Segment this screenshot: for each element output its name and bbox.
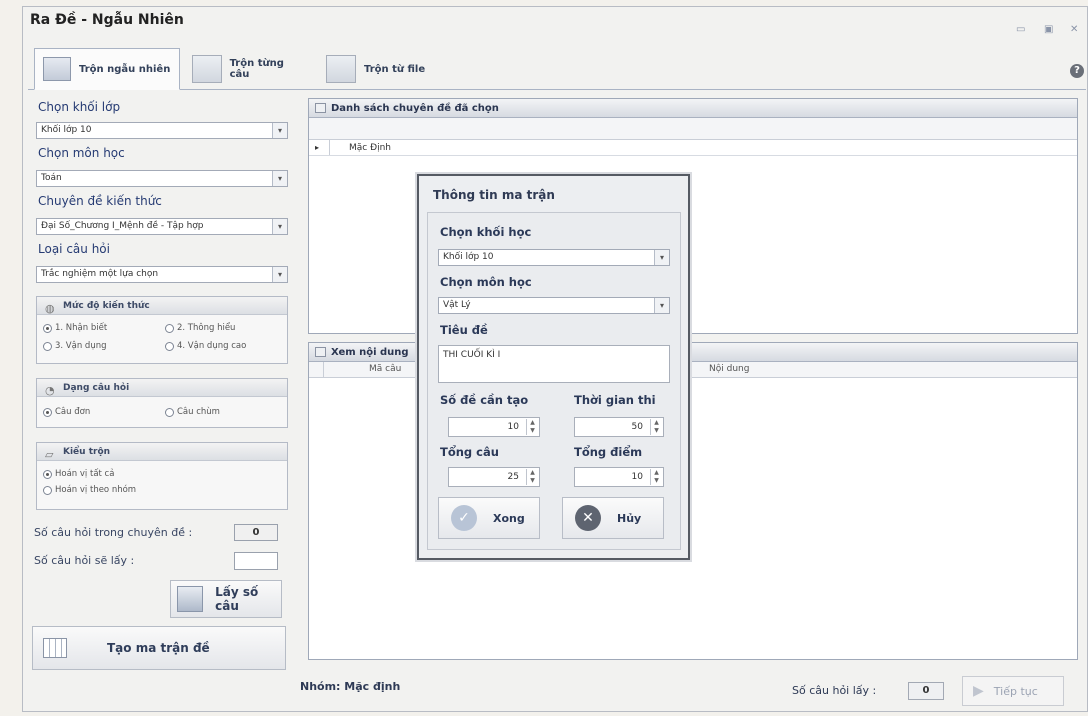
mix-option-group[interactable]: Hoán vị theo nhóm bbox=[43, 485, 136, 495]
check-icon: ✓ bbox=[451, 505, 477, 531]
window-title: Ra Đề - Ngẫu Nhiên bbox=[30, 12, 184, 28]
topics-grid-header bbox=[309, 118, 1077, 140]
subject-select[interactable]: Toán ▾ bbox=[36, 170, 288, 187]
dialog-title: Thông tin ma trận bbox=[433, 188, 555, 202]
chevron-down-icon: ▾ bbox=[272, 219, 287, 234]
tab-mix-each-question[interactable]: Trộn từng câu bbox=[184, 48, 314, 90]
next-button[interactable]: ▶ Tiếp tục bbox=[962, 676, 1064, 706]
dialog-heading-input[interactable]: THI CUỐI KÌ I bbox=[438, 345, 670, 383]
total-questions-stepper[interactable]: 25 ▲ ▼ bbox=[448, 467, 540, 487]
stepper-arrows-icon[interactable]: ▲ ▼ bbox=[650, 419, 662, 435]
count-in-topic-label: Số câu hỏi trong chuyên đề : bbox=[34, 526, 193, 539]
topic-select[interactable]: Đại Số_Chương I_Mệnh đề - Tập hợp ▾ bbox=[36, 218, 288, 235]
chevron-down-icon: ▾ bbox=[272, 123, 287, 138]
chevron-down-icon: ▾ bbox=[654, 298, 669, 313]
question-type-select[interactable]: Trắc nghiệm một lựa chọn ▾ bbox=[36, 266, 288, 283]
exam-time-stepper[interactable]: 50 ▲ ▼ bbox=[574, 417, 664, 437]
chevron-down-icon: ▾ bbox=[272, 171, 287, 186]
minimize-icon[interactable]: ▭ bbox=[1016, 24, 1025, 35]
get-count-button[interactable]: Lấy số câu bbox=[170, 580, 282, 618]
topic-label: Chuyên đề kiến thức bbox=[38, 194, 162, 208]
done-button[interactable]: ✓ Xong bbox=[438, 497, 540, 539]
count-in-topic-value: 0 bbox=[234, 524, 278, 541]
file-table-icon bbox=[326, 55, 356, 83]
maximize-icon[interactable]: ▣ bbox=[1044, 24, 1053, 35]
count-take-input[interactable] bbox=[234, 552, 278, 570]
count-take-label: Số câu hỏi sẽ lấy : bbox=[34, 554, 135, 567]
level-option-1[interactable]: 1. Nhận biết bbox=[43, 323, 107, 333]
chevron-down-icon: ▾ bbox=[272, 267, 287, 282]
total-questions-label: Tổng câu bbox=[440, 445, 499, 459]
left-panel: Chọn khối lớp Khối lớp 10 ▾ Chọn môn học … bbox=[30, 92, 294, 710]
tab-random-mix[interactable]: Trộn ngẫu nhiên bbox=[34, 48, 180, 90]
form-option-single[interactable]: Câu đơn bbox=[43, 407, 90, 417]
level-option-3[interactable]: 3. Vận dụng bbox=[43, 341, 107, 351]
num-tests-stepper[interactable]: 10 ▲ ▼ bbox=[448, 417, 540, 437]
group-label: Nhóm: Mặc định bbox=[300, 680, 401, 693]
form-option-cluster[interactable]: Câu chùm bbox=[165, 407, 220, 417]
view-icon bbox=[315, 347, 326, 357]
tray-icon bbox=[177, 586, 204, 612]
stepper-arrows-icon[interactable]: ▲ ▼ bbox=[526, 419, 538, 435]
knowledge-level-group: ◍ Mức độ kiến thức 1. Nhận biết 2. Thông … bbox=[36, 296, 288, 364]
chevron-down-icon: ▾ bbox=[654, 250, 669, 265]
taken-count-value: 0 bbox=[908, 682, 944, 700]
total-score-stepper[interactable]: 10 ▲ ▼ bbox=[574, 467, 664, 487]
level-option-2[interactable]: 2. Thông hiểu bbox=[165, 323, 235, 333]
subject-label: Chọn môn học bbox=[38, 146, 125, 160]
play-arrow-icon: ▶ bbox=[973, 683, 984, 699]
matrix-info-dialog: Thông tin ma trận Chọn khối học Khối lớp… bbox=[417, 174, 690, 560]
col-code[interactable]: Mã câu bbox=[369, 364, 401, 374]
level-icon: ◍ bbox=[45, 302, 55, 315]
stepper-arrows-icon[interactable]: ▲ ▼ bbox=[650, 469, 662, 485]
table-icon bbox=[192, 55, 222, 83]
level-option-4[interactable]: 4. Vận dụng cao bbox=[165, 341, 246, 351]
dialog-subject-select[interactable]: Vật Lý ▾ bbox=[438, 297, 670, 314]
dialog-grade-select[interactable]: Khối lớp 10 ▾ bbox=[438, 249, 670, 266]
grade-select[interactable]: Khối lớp 10 ▾ bbox=[36, 122, 288, 139]
num-tests-label: Số đề cần tạo bbox=[440, 393, 529, 407]
dialog-grade-label: Chọn khối học bbox=[440, 225, 532, 239]
dialog-heading-label: Tiêu đề bbox=[440, 323, 488, 337]
close-icon: ✕ bbox=[575, 505, 601, 531]
taken-count-label: Số câu hỏi lấy : bbox=[792, 684, 877, 697]
form-icon: ◔ bbox=[45, 384, 55, 397]
checkbox-icon[interactable] bbox=[315, 103, 326, 113]
calendar-grid-icon bbox=[43, 638, 67, 658]
mix-type-group: ▱ Kiểu trộn Hoán vị tất cả Hoán vị theo n… bbox=[36, 442, 288, 510]
cancel-button[interactable]: ✕ Hủy bbox=[562, 497, 664, 539]
close-icon[interactable]: ✕ bbox=[1070, 24, 1078, 35]
row-pointer-icon: ▸ bbox=[315, 143, 320, 152]
question-form-group: ◔ Dạng câu hỏi Câu đơn Câu chùm bbox=[36, 378, 288, 428]
stepper-arrows-icon[interactable]: ▲ ▼ bbox=[526, 469, 538, 485]
col-content[interactable]: Nội dung bbox=[709, 364, 749, 374]
dialog-subject-label: Chọn môn học bbox=[440, 275, 532, 289]
table-row[interactable]: ▸ Mặc Định bbox=[309, 140, 1077, 156]
grid-icon bbox=[43, 57, 71, 81]
folder-icon: ▱ bbox=[45, 448, 54, 461]
total-score-label: Tổng điểm bbox=[574, 445, 643, 459]
make-matrix-button[interactable]: Tạo ma trận đề bbox=[32, 626, 286, 670]
exam-time-label: Thời gian thi bbox=[574, 393, 656, 407]
grade-label: Chọn khối lớp bbox=[38, 100, 121, 114]
tab-mix-from-file[interactable]: Trộn từ file bbox=[318, 48, 442, 90]
question-type-label: Loại câu hỏi bbox=[38, 242, 110, 256]
help-icon[interactable]: ? bbox=[1070, 64, 1084, 78]
mix-option-all[interactable]: Hoán vị tất cả bbox=[43, 469, 114, 479]
